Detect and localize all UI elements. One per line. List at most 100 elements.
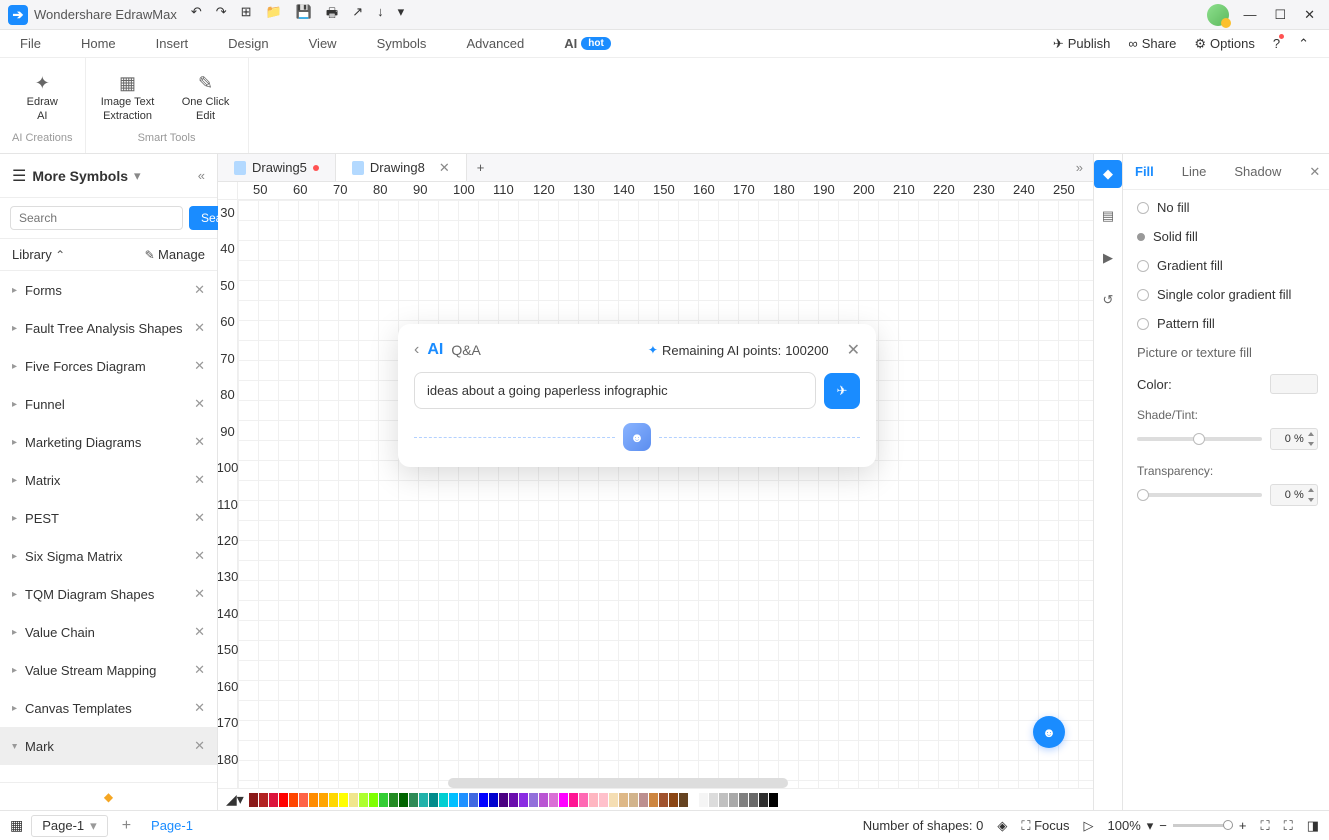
close-panel-icon[interactable]: ✕ <box>1309 164 1320 180</box>
color-swatch[interactable] <box>749 793 758 807</box>
color-swatch[interactable] <box>689 793 698 807</box>
picture-texture-fill[interactable]: Picture or texture fill <box>1137 345 1318 360</box>
menu-advanced[interactable]: Advanced <box>466 36 524 51</box>
collapse-ribbon-icon[interactable]: ⌃ <box>1298 36 1309 52</box>
library-item[interactable]: ▸PEST✕ <box>0 499 217 537</box>
menu-file[interactable]: File <box>20 36 41 51</box>
color-swatch[interactable] <box>349 793 358 807</box>
library-item[interactable]: ▸Fault Tree Analysis Shapes✕ <box>0 309 217 347</box>
publish-button[interactable]: ✈ Publish <box>1053 36 1111 52</box>
user-avatar[interactable] <box>1207 4 1229 26</box>
color-swatch[interactable] <box>259 793 268 807</box>
color-swatch[interactable] <box>639 793 648 807</box>
color-swatch[interactable] <box>489 793 498 807</box>
color-swatch[interactable] <box>729 793 738 807</box>
redo-icon[interactable]: ↷ <box>216 4 227 26</box>
ai-prompt-input[interactable]: ideas about a going paperless infographi… <box>414 372 816 409</box>
library-item[interactable]: ▸Canvas Templates✕ <box>0 689 217 727</box>
color-swatch[interactable] <box>409 793 418 807</box>
color-swatch[interactable] <box>579 793 588 807</box>
color-swatch[interactable] <box>309 793 318 807</box>
library-item[interactable]: ▸Matrix✕ <box>0 461 217 499</box>
zoom-control[interactable]: 100%▾ −+ <box>1108 818 1247 834</box>
color-swatch[interactable] <box>289 793 298 807</box>
rail-page-icon[interactable]: ▤ <box>1094 202 1122 230</box>
library-list[interactable]: ▸Forms✕▸Fault Tree Analysis Shapes✕▸Five… <box>0 271 217 782</box>
focus-button[interactable]: ⛶ Focus <box>1021 818 1069 834</box>
color-swatch[interactable] <box>429 793 438 807</box>
add-page-button[interactable]: + <box>122 817 131 835</box>
color-swatch[interactable] <box>759 793 768 807</box>
manage-button[interactable]: ✎ Manage <box>145 247 205 262</box>
send-button[interactable]: ✈ <box>824 373 860 409</box>
color-swatch[interactable] <box>319 793 328 807</box>
menu-view[interactable]: View <box>309 36 337 51</box>
color-swatch[interactable] <box>569 793 578 807</box>
library-item[interactable]: ▸Value Stream Mapping✕ <box>0 651 217 689</box>
image-text-extraction-button[interactable]: ▦ Image TextExtraction <box>98 64 158 132</box>
open-icon[interactable]: 📁 <box>266 4 282 26</box>
color-swatch[interactable] <box>369 793 378 807</box>
color-swatch[interactable] <box>599 793 608 807</box>
color-swatch[interactable] <box>719 793 728 807</box>
help-icon[interactable]: ? <box>1273 36 1280 51</box>
dropdown-icon[interactable]: ▾ <box>134 168 141 184</box>
color-swatch[interactable] <box>269 793 278 807</box>
color-swatch[interactable] <box>469 793 478 807</box>
color-picker-icon[interactable]: ◢▾ <box>226 791 244 808</box>
collapse-panel-icon[interactable]: « <box>198 168 205 183</box>
maximize-icon[interactable]: ☐ <box>1274 7 1286 23</box>
tab-fill[interactable]: Fill <box>1135 164 1154 179</box>
color-swatch[interactable] <box>399 793 408 807</box>
library-item[interactable]: ▸Six Sigma Matrix✕ <box>0 537 217 575</box>
color-swatch[interactable] <box>249 793 258 807</box>
rail-fill-icon[interactable]: ◆ <box>1094 160 1122 188</box>
radio-pattern-fill[interactable]: Pattern fill <box>1137 316 1318 331</box>
color-swatch[interactable] <box>539 793 548 807</box>
tab-drawing5[interactable]: Drawing5 <box>218 154 336 181</box>
import-icon[interactable]: ↓ <box>377 4 384 26</box>
library-item[interactable]: ▸Mark✕ <box>0 727 217 765</box>
transparency-value[interactable]: 0 % <box>1270 484 1318 506</box>
hamburger-icon[interactable]: ☰ <box>12 166 26 186</box>
menu-design[interactable]: Design <box>228 36 268 51</box>
save-icon[interactable]: 💾 <box>296 4 312 26</box>
color-swatch[interactable] <box>519 793 528 807</box>
tab-line[interactable]: Line <box>1182 164 1207 179</box>
menu-home[interactable]: Home <box>81 36 116 51</box>
library-label[interactable]: Library ⌃ <box>12 247 65 262</box>
library-item[interactable]: ▸Five Forces Diagram✕ <box>0 347 217 385</box>
color-swatch[interactable] <box>339 793 348 807</box>
horizontal-scrollbar[interactable] <box>448 778 788 788</box>
color-swatch[interactable] <box>509 793 518 807</box>
color-swatch[interactable] <box>699 793 708 807</box>
rail-history-icon[interactable]: ↺ <box>1094 286 1122 314</box>
color-swatch[interactable] <box>499 793 508 807</box>
radio-gradient-fill[interactable]: Gradient fill <box>1137 258 1318 273</box>
color-swatch[interactable] <box>679 793 688 807</box>
tab-drawing8[interactable]: Drawing8 ✕ <box>336 154 467 181</box>
undo-icon[interactable]: ↶ <box>191 4 202 26</box>
close-icon[interactable]: ✕ <box>1304 7 1315 23</box>
share-button[interactable]: ∞ Share <box>1128 36 1176 51</box>
back-icon[interactable]: ‹ <box>414 341 419 359</box>
radio-no-fill[interactable]: No fill <box>1137 200 1318 215</box>
menu-ai[interactable]: AIhot <box>564 36 611 51</box>
color-swatch[interactable] <box>549 793 558 807</box>
color-swatch[interactable] <box>709 793 718 807</box>
color-swatch[interactable] <box>449 793 458 807</box>
fit-icon[interactable]: ⛶ <box>1260 818 1269 834</box>
options-button[interactable]: ⚙ Options <box>1194 36 1254 52</box>
print-icon[interactable]: 🖶 <box>326 4 338 26</box>
layers-icon[interactable]: ◈ <box>997 818 1007 834</box>
rail-present-icon[interactable]: ▶ <box>1094 244 1122 272</box>
color-swatch[interactable] <box>359 793 368 807</box>
color-swatch[interactable] <box>439 793 448 807</box>
shade-track[interactable] <box>1137 437 1262 441</box>
color-swatch[interactable] <box>659 793 668 807</box>
menu-insert[interactable]: Insert <box>156 36 189 51</box>
color-swatch[interactable] <box>769 793 778 807</box>
expand-tabs-icon[interactable]: » <box>1066 160 1093 175</box>
color-swatch[interactable] <box>279 793 288 807</box>
minimize-icon[interactable]: — <box>1243 7 1256 23</box>
